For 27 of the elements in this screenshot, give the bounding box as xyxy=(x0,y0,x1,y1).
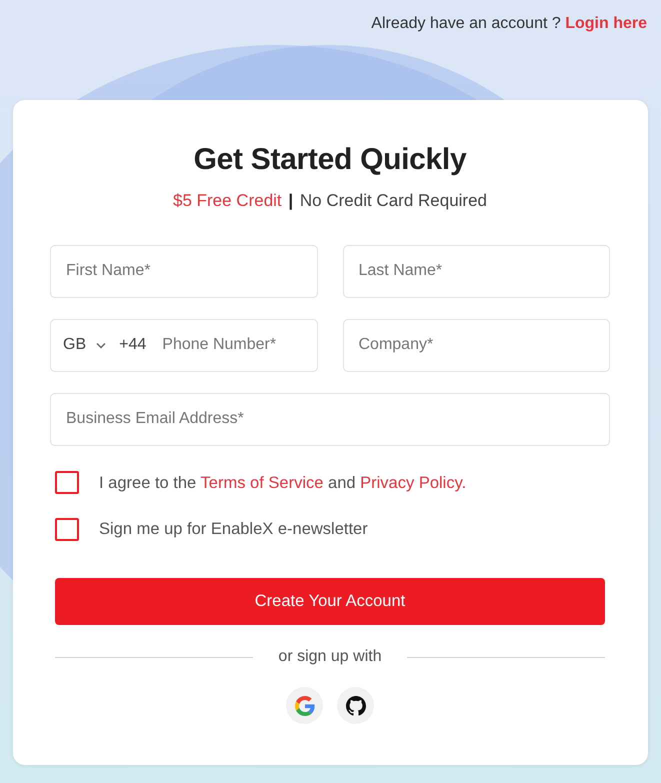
checkbox[interactable] xyxy=(55,471,79,494)
terms-agreement-text: I agree to the Terms of Service and Privacy Policy. xyxy=(99,472,466,494)
github-logo-icon xyxy=(346,696,366,716)
text-field[interactable]: First Name* xyxy=(50,244,318,298)
newsletter-text: Sign me up for EnableX e-newsletter xyxy=(99,519,368,540)
github-sign-up-button[interactable] xyxy=(337,687,374,724)
google-sign-up-button[interactable] xyxy=(286,687,323,724)
checkbox[interactable] xyxy=(55,518,79,542)
create-account-button[interactable]: Create Your Account xyxy=(55,578,605,625)
text-field[interactable]: Last Name* xyxy=(342,244,610,298)
no-card-text: No Credit Card Required xyxy=(300,191,487,210)
country-select[interactable]: GB xyxy=(63,333,106,357)
text-field[interactable]: Business Email Address* xyxy=(50,392,610,446)
policy-link[interactable]: Privacy Policy. xyxy=(360,474,466,492)
phone-field[interactable]: GB +44 Phone Number* xyxy=(50,318,318,372)
divider-text: or sign up with xyxy=(277,647,383,667)
account-prompt: Already have an account ? xyxy=(371,15,561,32)
login-link[interactable]: Login here xyxy=(565,15,647,32)
free-credit-text: $5 Free Credit xyxy=(173,191,282,210)
text-field[interactable]: Company* xyxy=(342,318,610,372)
google-logo-icon xyxy=(294,696,314,716)
dial-code: +44 xyxy=(119,335,146,355)
policy-link[interactable]: Terms of Service xyxy=(200,474,324,492)
form-title: Get Started Quickly xyxy=(192,142,468,178)
separator-text: | xyxy=(288,191,294,210)
phone-number-input[interactable]: Phone Number* xyxy=(160,332,316,358)
chevron-down-icon xyxy=(96,342,106,348)
